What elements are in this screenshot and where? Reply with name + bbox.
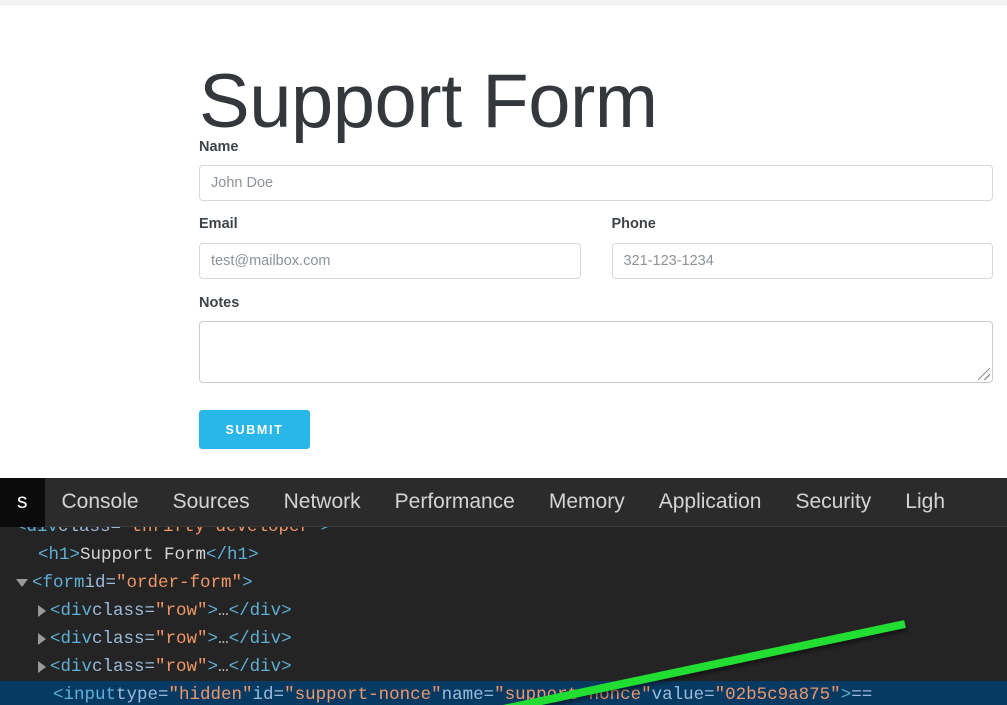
- dom-input-open: <input: [53, 685, 117, 705]
- devtools-panel: s Console Sources Network Performance Me…: [0, 478, 1007, 705]
- dom-row-open: <div: [50, 657, 93, 677]
- dom-tag-open: <div: [16, 527, 59, 537]
- notes-label: Notes: [199, 294, 240, 311]
- dom-input-gt: >: [840, 685, 852, 705]
- dom-node-row-1[interactable]: <div class= "row" >… </div>: [0, 597, 1007, 625]
- dom-input-trailing: ==: [851, 685, 873, 705]
- page-title: Support Form: [199, 58, 658, 144]
- dom-row-ellipsis: …: [218, 657, 229, 677]
- dom-row-value: "row": [155, 601, 208, 621]
- dom-input-attr-name: name=: [441, 685, 495, 705]
- field-group-email: Email test@mailbox.com: [199, 216, 581, 279]
- name-label: Name: [199, 139, 239, 155]
- dom-row-gt: >: [207, 629, 219, 649]
- dom-row-attr: class=: [92, 601, 156, 621]
- tab-lighthouse[interactable]: Ligh: [888, 478, 962, 527]
- dom-attr-class: class=: [58, 527, 122, 537]
- dom-row-gt: >: [207, 657, 219, 677]
- tab-elements[interactable]: s: [0, 478, 45, 527]
- dom-node-row-3[interactable]: <div class= "row" >… </div>: [0, 653, 1007, 681]
- screenshot-root: Support Form Name John Doe Email test@ma…: [0, 0, 1007, 705]
- dom-node-h1[interactable]: <h1> Support Form </h1>: [0, 541, 1007, 569]
- collapse-triangle-icon[interactable]: [16, 579, 28, 587]
- dom-input-val-name: "support-nonce": [494, 685, 652, 705]
- tab-sources[interactable]: Sources: [156, 478, 267, 527]
- dom-row-ellipsis: …: [218, 601, 229, 621]
- dom-node-row-2[interactable]: <div class= "row" >… </div>: [0, 625, 1007, 653]
- devtools-tabbar: s Console Sources Network Performance Me…: [0, 478, 1007, 527]
- phone-input[interactable]: 321-123-1234: [611, 242, 993, 279]
- email-phone-row: Email test@mailbox.com Phone 321-123-123…: [199, 216, 993, 279]
- dom-input-val-value: "02b5c9a875": [714, 685, 841, 705]
- dom-input-val-id: "support-nonce": [284, 685, 442, 705]
- email-placeholder: test@mailbox.com: [211, 252, 331, 269]
- dom-form-open: <form: [32, 573, 85, 593]
- dom-row-open: <div: [50, 629, 93, 649]
- tab-performance[interactable]: Performance: [378, 478, 532, 527]
- email-input[interactable]: test@mailbox.com: [199, 242, 581, 279]
- dom-input-attr-id: id=: [252, 685, 285, 705]
- dom-attr-value: "thrifty developer": [121, 527, 321, 537]
- dom-node-input-hidden-nonce[interactable]: <input type= "hidden" id= "support-nonce" …: [0, 681, 1007, 705]
- email-label: Email: [199, 216, 238, 233]
- dom-row-attr: class=: [92, 657, 156, 677]
- notes-textarea[interactable]: [199, 321, 993, 384]
- tab-network[interactable]: Network: [267, 478, 378, 527]
- dom-row-ellipsis: …: [218, 629, 229, 649]
- dom-row-close: </div>: [228, 629, 292, 649]
- dom-form-gt: >: [242, 573, 253, 593]
- tab-memory[interactable]: Memory: [532, 478, 642, 527]
- tab-security[interactable]: Security: [778, 478, 888, 527]
- dom-tag-close: >: [320, 527, 332, 537]
- name-input[interactable]: John Doe: [199, 165, 993, 202]
- dom-input-val-type: "hidden": [168, 685, 253, 705]
- dom-h1-close: </h1>: [206, 545, 259, 565]
- expand-triangle-icon[interactable]: [38, 661, 46, 673]
- tab-console[interactable]: Console: [45, 478, 156, 527]
- phone-placeholder: 321-123-1234: [623, 252, 714, 269]
- dom-h1-open: <h1>: [38, 545, 81, 565]
- dom-row-close: </div>: [228, 657, 292, 677]
- dom-input-attr-type: type=: [116, 685, 169, 705]
- tab-application[interactable]: Application: [642, 478, 779, 527]
- field-group-notes: Notes: [199, 294, 993, 384]
- dom-row-value: "row": [155, 657, 208, 677]
- phone-label: Phone: [611, 216, 656, 233]
- field-group-name: Name John Doe: [199, 139, 993, 202]
- dom-h1-text: Support Form: [80, 545, 207, 565]
- dom-row-value: "row": [155, 629, 208, 649]
- expand-triangle-icon[interactable]: [38, 633, 46, 645]
- submit-button[interactable]: SUBMIT: [199, 410, 310, 450]
- dom-form-attr: id=: [84, 573, 117, 593]
- resize-handle-icon[interactable]: [978, 368, 990, 381]
- dom-node-div-thrifty[interactable]: <div class= "thrifty developer" >: [0, 527, 1007, 541]
- dom-row-gt: >: [207, 601, 219, 621]
- name-placeholder: John Doe: [211, 175, 274, 192]
- dom-row-open: <div: [50, 601, 93, 621]
- dom-node-form[interactable]: <form id= "order-form" >: [0, 569, 1007, 597]
- dom-tree[interactable]: <div class= "thrifty developer" > <h1> Suppo…: [0, 527, 1007, 705]
- web-page-content: Support Form Name John Doe Email test@ma…: [0, 5, 1007, 478]
- support-form: Name John Doe Email test@mailbox.com Pho…: [199, 139, 993, 450]
- dom-row-close: </div>: [228, 601, 292, 621]
- dom-input-attr-value: value=: [651, 685, 715, 705]
- dom-form-value: "order-form": [116, 573, 243, 593]
- dom-row-attr: class=: [92, 629, 156, 649]
- field-group-phone: Phone 321-123-1234: [611, 216, 993, 279]
- expand-triangle-icon[interactable]: [38, 605, 46, 617]
